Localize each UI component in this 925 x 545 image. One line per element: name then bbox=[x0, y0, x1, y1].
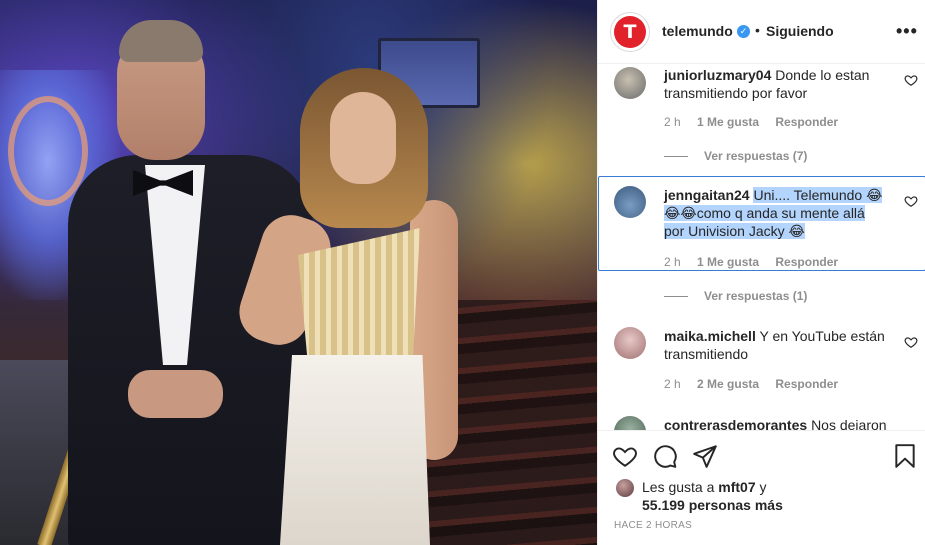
comment-likes[interactable]: 1 Me gusta bbox=[697, 255, 759, 269]
telemundo-logo-icon: T bbox=[614, 16, 646, 48]
comment-icon[interactable] bbox=[652, 443, 678, 469]
verified-badge-icon: ✓ bbox=[737, 25, 750, 38]
replies-line bbox=[664, 156, 688, 158]
comment-username[interactable]: maika.michell bbox=[664, 328, 756, 344]
view-replies-button[interactable]: Ver respuestas (1) bbox=[664, 289, 807, 303]
commenter-avatar[interactable] bbox=[614, 67, 646, 99]
likes-summary: Les gusta a mft07 y 55.199 personas más bbox=[614, 476, 914, 514]
post-timestamp[interactable]: HACE 2 HORAS bbox=[614, 520, 692, 531]
comment-body-line-2: 😂😂como q anda su mente allá bbox=[664, 205, 865, 221]
likes-conjunction: y bbox=[759, 479, 767, 495]
likes-count[interactable]: 55.199 personas más bbox=[642, 497, 783, 513]
bookmark-icon[interactable] bbox=[892, 443, 918, 469]
heart-icon[interactable] bbox=[612, 443, 638, 469]
man-hands bbox=[128, 370, 223, 418]
reply-button[interactable]: Responder bbox=[775, 377, 838, 391]
comment-text: maika.michell Y en YouTube están transmi… bbox=[664, 327, 896, 363]
liker-username[interactable]: mft07 bbox=[718, 479, 755, 495]
comment-body-line-3: por Univision Jacky 😂 bbox=[664, 223, 805, 239]
commenter-avatar[interactable] bbox=[614, 327, 646, 359]
comment-item: juniorluzmary04 Donde lo estan transmiti… bbox=[598, 64, 925, 176]
comment-body: Nos dejaron bbox=[811, 417, 887, 430]
post-actions: Les gusta a mft07 y 55.199 personas más … bbox=[598, 430, 925, 545]
comment-item: contrerasdemorantes Nos dejaron bbox=[598, 416, 925, 430]
comment-meta: 2 h 1 Me gusta Responder bbox=[664, 115, 851, 129]
comment-time[interactable]: 2 h bbox=[664, 255, 681, 269]
like-comment-heart-icon[interactable] bbox=[904, 194, 918, 208]
following-button[interactable]: Siguiendo bbox=[766, 23, 834, 39]
header-separator: • bbox=[755, 22, 760, 38]
reply-button[interactable]: Responder bbox=[775, 115, 838, 129]
view-replies-label: Ver respuestas (7) bbox=[704, 149, 808, 163]
comment-body-line-1: Uni.... Telemundo 😂 bbox=[753, 187, 883, 203]
comment-text: contrerasdemorantes Nos dejaron bbox=[664, 416, 896, 430]
comment-text: jenngaitan24 Uni.... Telemundo 😂 😂😂como … bbox=[664, 186, 896, 240]
comment-likes[interactable]: 1 Me gusta bbox=[697, 115, 759, 129]
reply-button[interactable]: Responder bbox=[775, 255, 838, 269]
more-options-icon[interactable]: ••• bbox=[896, 22, 918, 40]
comment-item: maika.michell Y en YouTube están transmi… bbox=[598, 326, 925, 406]
post-header: T telemundo ✓ • Siguiendo ••• bbox=[598, 0, 925, 64]
view-replies-label: Ver respuestas (1) bbox=[704, 289, 808, 303]
view-replies-button[interactable]: Ver respuestas (7) bbox=[664, 149, 807, 163]
like-comment-heart-icon[interactable] bbox=[904, 73, 918, 87]
man-hair bbox=[119, 20, 203, 62]
account-avatar[interactable]: T bbox=[610, 12, 650, 52]
likes-text: Les gusta a mft07 y 55.199 personas más bbox=[642, 478, 783, 514]
likes-prefix: Les gusta a bbox=[642, 479, 715, 495]
comment-username[interactable]: juniorluzmary04 bbox=[664, 67, 771, 83]
comment-text: juniorluzmary04 Donde lo estan transmiti… bbox=[664, 66, 896, 102]
share-icon[interactable] bbox=[692, 443, 718, 469]
comment-meta: 2 h 2 Me gusta Responder bbox=[664, 377, 851, 391]
comment-meta: 2 h 1 Me gusta Responder bbox=[664, 255, 851, 269]
comment-time[interactable]: 2 h bbox=[664, 377, 681, 391]
post-side-panel: T telemundo ✓ • Siguiendo ••• juniorluzm… bbox=[597, 0, 925, 545]
comment-item: jenngaitan24 Uni.... Telemundo 😂 😂😂como … bbox=[598, 186, 925, 316]
account-username[interactable]: telemundo bbox=[662, 23, 733, 39]
liker-avatar[interactable] bbox=[616, 479, 634, 497]
woman-white-skirt bbox=[280, 355, 430, 545]
comment-time[interactable]: 2 h bbox=[664, 115, 681, 129]
comments-list[interactable]: juniorluzmary04 Donde lo estan transmiti… bbox=[598, 64, 925, 430]
replies-line bbox=[664, 296, 688, 298]
like-comment-heart-icon[interactable] bbox=[904, 335, 918, 349]
post-photo[interactable] bbox=[0, 0, 597, 545]
commenter-avatar[interactable] bbox=[614, 186, 646, 218]
stage-ring bbox=[8, 96, 88, 206]
comment-username[interactable]: contrerasdemorantes bbox=[664, 417, 807, 430]
commenter-avatar[interactable] bbox=[614, 416, 646, 430]
comment-likes[interactable]: 2 Me gusta bbox=[697, 377, 759, 391]
comment-username[interactable]: jenngaitan24 bbox=[664, 187, 750, 203]
woman-face bbox=[330, 92, 396, 184]
